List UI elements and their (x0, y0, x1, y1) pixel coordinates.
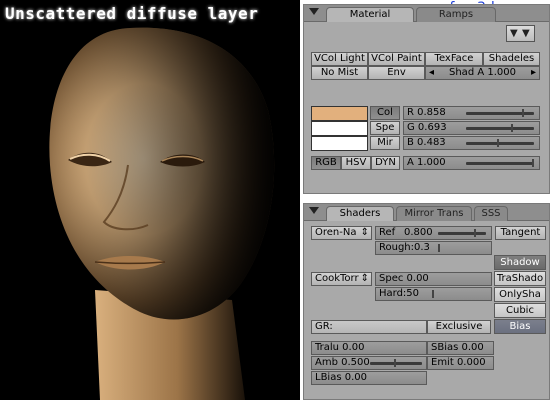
diffuse-shader-select[interactable]: Oren-Na ⇕ (311, 226, 372, 240)
amb-slider-label: Amb 0.500 (315, 357, 370, 368)
g-slider-label: G 0.693 (407, 122, 447, 133)
col-button[interactable]: Col (370, 106, 400, 120)
spe-button[interactable]: Spe (370, 121, 400, 135)
lbias-slider[interactable]: LBias 0.00 (311, 371, 427, 385)
tab-mirror-trans[interactable]: Mirror Trans (396, 206, 472, 221)
spec-slider[interactable]: Spec 0.00 (375, 272, 492, 286)
g-slider[interactable]: G 0.693 (403, 121, 540, 135)
tralu-slider[interactable]: Tralu 0.00 (311, 341, 427, 355)
arrow-down-icon: ▼ (522, 28, 530, 39)
hard-slider[interactable]: Hard:50 (375, 287, 492, 301)
spec-slider-label: Spec 0.00 (379, 273, 429, 284)
shad-a-label: Shad A 1.000 (449, 67, 516, 78)
lbias-slider-label: LBias 0.00 (315, 372, 367, 383)
ref-slider-track (438, 232, 486, 235)
mir-button[interactable]: Mir (370, 136, 400, 150)
g-slider-track (466, 127, 534, 130)
r-slider-knob[interactable] (522, 109, 525, 117)
ref-slider-value: 0.800 (404, 227, 433, 238)
rough-slider-knob[interactable] (438, 244, 440, 252)
sbias-slider-label: SBias 0.00 (431, 342, 484, 353)
shaders-tabbar: Shaders Mirror Trans SSS (304, 204, 549, 221)
shadeless-button[interactable]: Shadeles (483, 52, 540, 66)
ref-slider[interactable]: Ref 0.800 (375, 226, 492, 240)
shad-a-field[interactable]: ◂ Shad A 1.000 ▸ (425, 66, 540, 80)
dyn-mode-button[interactable]: DYN (371, 156, 400, 170)
amb-slider-knob[interactable] (394, 359, 396, 367)
g-slider-knob[interactable] (511, 124, 514, 132)
alpha-slider-track (466, 162, 534, 165)
tab-ramps[interactable]: Ramps (416, 7, 496, 22)
menu-item-cubic[interactable]: Cubic (494, 303, 546, 318)
b-slider[interactable]: B 0.483 (403, 136, 540, 150)
sbias-slider[interactable]: SBias 0.00 (427, 341, 494, 355)
render-preview: Unscattered diffuse layer (0, 0, 300, 400)
menu-item-bias[interactable]: Bias (494, 319, 546, 334)
tab-sss[interactable]: SSS (474, 206, 508, 221)
group-field[interactable]: GR: (311, 320, 427, 334)
spe-swatch[interactable] (311, 121, 368, 136)
amb-slider-track (370, 362, 422, 365)
arrow-right-icon: ▸ (530, 67, 536, 78)
col-swatch[interactable] (311, 106, 368, 121)
panel-collapse-icon[interactable] (309, 8, 319, 15)
emit-slider[interactable]: Emit 0.000 (427, 356, 494, 370)
r-slider-label: R 0.858 (407, 107, 446, 118)
preview-icons[interactable]: ▼ ▼ (506, 25, 535, 42)
hard-slider-knob[interactable] (432, 290, 434, 298)
diffuse-shader-label: Oren-Na (315, 227, 357, 238)
alpha-slider[interactable]: A 1.000 (403, 156, 540, 170)
updown-icon: ⇕ (360, 273, 369, 284)
alpha-slider-label: A 1.000 (407, 157, 446, 168)
texface-button[interactable]: TexFace (425, 52, 483, 66)
alpha-slider-knob[interactable] (532, 159, 534, 167)
amb-slider[interactable]: Amb 0.500 (311, 356, 427, 370)
menu-item-trashado[interactable]: TraShado (494, 271, 546, 286)
b-slider-knob[interactable] (496, 139, 499, 147)
group-field-label: GR: (315, 321, 333, 332)
hard-slider-label: Hard:50 (379, 288, 420, 299)
vcol-paint-button[interactable]: VCol Paint (368, 52, 425, 66)
menu-item-shadow[interactable]: Shadow (494, 255, 546, 270)
rough-slider[interactable]: Rough:0.3 (375, 241, 492, 255)
tab-material[interactable]: Material (326, 7, 414, 22)
menu-item-onlysha[interactable]: OnlySha (494, 287, 546, 302)
render-title: Unscattered diffuse layer (5, 4, 259, 23)
rough-slider-label: Rough:0.3 (379, 242, 430, 253)
b-slider-label: B 0.483 (407, 137, 446, 148)
tangent-button[interactable]: Tangent (495, 226, 546, 240)
mir-swatch[interactable] (311, 136, 368, 151)
emit-slider-label: Emit 0.000 (431, 357, 486, 368)
r-slider[interactable]: R 0.858 (403, 106, 540, 120)
rendered-head-image (0, 0, 300, 400)
material-tabbar: Material Ramps (304, 5, 549, 22)
hsv-mode-button[interactable]: HSV (341, 156, 371, 170)
updown-icon: ⇕ (360, 227, 369, 238)
tralu-slider-label: Tralu 0.00 (315, 342, 365, 353)
tab-shaders[interactable]: Shaders (326, 206, 394, 221)
env-button[interactable]: Env (368, 66, 425, 80)
ref-slider-label: Ref (379, 227, 396, 238)
spec-shader-select[interactable]: CookTorr ⇕ (311, 272, 372, 286)
spec-shader-label: CookTorr (315, 273, 359, 284)
rgb-mode-button[interactable]: RGB (311, 156, 341, 170)
vcol-light-button[interactable]: VCol Light (311, 52, 368, 66)
exclusive-button[interactable]: Exclusive (427, 320, 491, 334)
b-slider-track (466, 142, 534, 145)
ref-slider-knob[interactable] (474, 229, 477, 237)
panel-collapse-icon[interactable] (309, 207, 319, 214)
arrow-down-icon: ▼ (510, 28, 518, 39)
material-panel: Material Ramps ▼ ▼ VCol Light VCol Paint… (303, 4, 550, 194)
no-mist-button[interactable]: No Mist (311, 66, 368, 80)
